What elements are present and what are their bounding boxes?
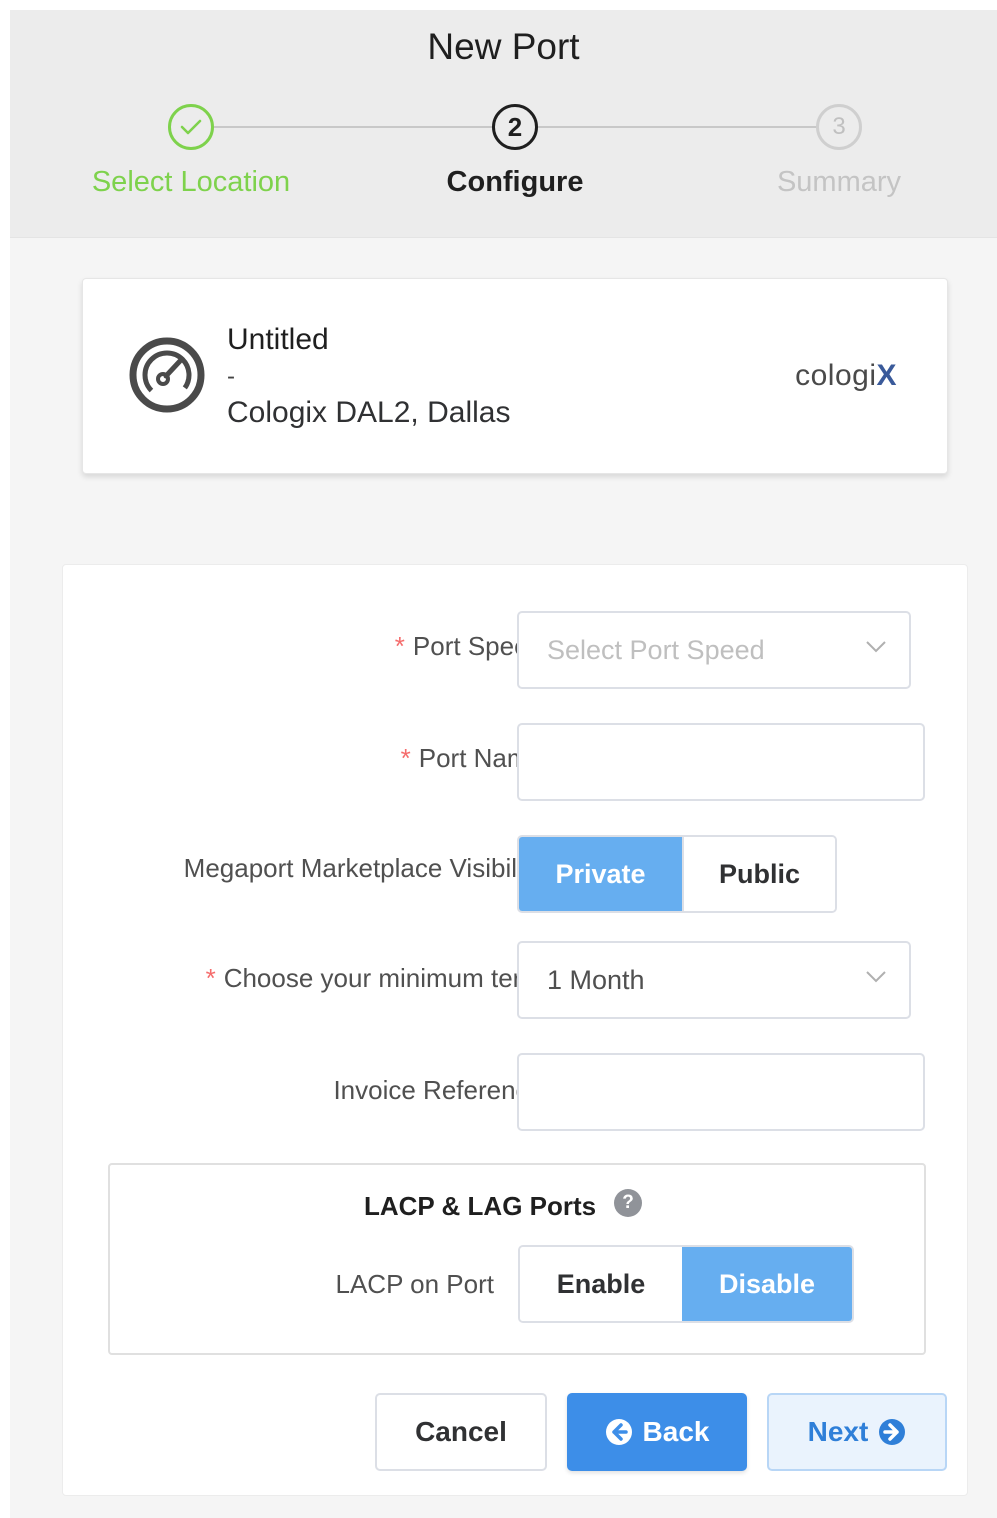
port-title: Untitled bbox=[227, 323, 329, 356]
chevron-down-icon bbox=[866, 641, 886, 653]
min-term-label: * Choose your minimum term bbox=[205, 963, 543, 993]
location-site: Cologix DAL2, Dallas bbox=[227, 396, 511, 429]
step-2-indicator: 2 bbox=[492, 104, 538, 150]
logo-text: cologi bbox=[795, 359, 877, 392]
lacp-label: LACP on Port bbox=[335, 1269, 494, 1299]
port-name-input[interactable] bbox=[517, 723, 925, 801]
invoice-ref-input[interactable] bbox=[517, 1053, 925, 1131]
private-option[interactable]: Private bbox=[519, 837, 682, 911]
logo-accent: X bbox=[876, 359, 897, 392]
lacp-toggle: Enable Disable bbox=[518, 1245, 854, 1323]
check-icon bbox=[180, 119, 202, 135]
provider-logo: cologiX bbox=[795, 359, 897, 393]
port-speed-placeholder: Select Port Speed bbox=[547, 634, 765, 665]
lacp-enable-option[interactable]: Enable bbox=[520, 1247, 682, 1321]
min-term-select[interactable]: 1 Month bbox=[517, 941, 911, 1019]
step-2-label: Configure bbox=[446, 166, 584, 198]
lacp-section: LACP & LAG Ports ? LACP on Port Enable D… bbox=[108, 1163, 926, 1355]
location-separator: - bbox=[227, 363, 235, 390]
configure-form: * Port Speed Select Port Speed * Port Name… bbox=[62, 564, 968, 1496]
port-speed-select[interactable]: Select Port Speed bbox=[517, 611, 911, 689]
help-icon[interactable]: ? bbox=[614, 1189, 642, 1217]
lacp-disable-option[interactable]: Disable bbox=[682, 1247, 852, 1321]
lacp-title: LACP & LAG Ports bbox=[364, 1191, 597, 1221]
min-term-value: 1 Month bbox=[547, 964, 645, 995]
wizard-header: New Port Select Location 2 Configure 3 S… bbox=[10, 10, 997, 238]
speedometer-icon bbox=[129, 337, 205, 413]
next-label: Next bbox=[807, 1416, 869, 1447]
step-3-indicator: 3 bbox=[816, 104, 862, 150]
back-button[interactable]: Back bbox=[567, 1393, 747, 1471]
step-3-label: Summary bbox=[776, 166, 902, 198]
app-frame: New Port Select Location 2 Configure 3 S… bbox=[10, 10, 997, 1518]
arrow-right-circle-icon bbox=[879, 1419, 906, 1445]
public-option[interactable]: Public bbox=[682, 837, 835, 911]
visibility-label: Megaport Marketplace Visibility bbox=[183, 853, 543, 883]
location-card: Untitled - Cologix DAL2, Dallas cologiX bbox=[82, 278, 948, 474]
chevron-down-icon bbox=[866, 971, 886, 983]
step-1-done-indicator[interactable] bbox=[168, 104, 214, 150]
invoice-ref-label: Invoice Reference bbox=[333, 1075, 543, 1105]
arrow-left-circle-icon bbox=[605, 1419, 632, 1445]
next-button[interactable]: Next bbox=[767, 1393, 947, 1471]
page-title: New Port bbox=[427, 26, 580, 67]
visibility-toggle: Private Public bbox=[517, 835, 837, 913]
step-connector bbox=[538, 126, 818, 128]
step-connector bbox=[214, 126, 494, 128]
back-label: Back bbox=[642, 1416, 710, 1447]
cancel-button[interactable]: Cancel bbox=[375, 1393, 547, 1471]
step-1-label[interactable]: Select Location bbox=[51, 166, 331, 199]
